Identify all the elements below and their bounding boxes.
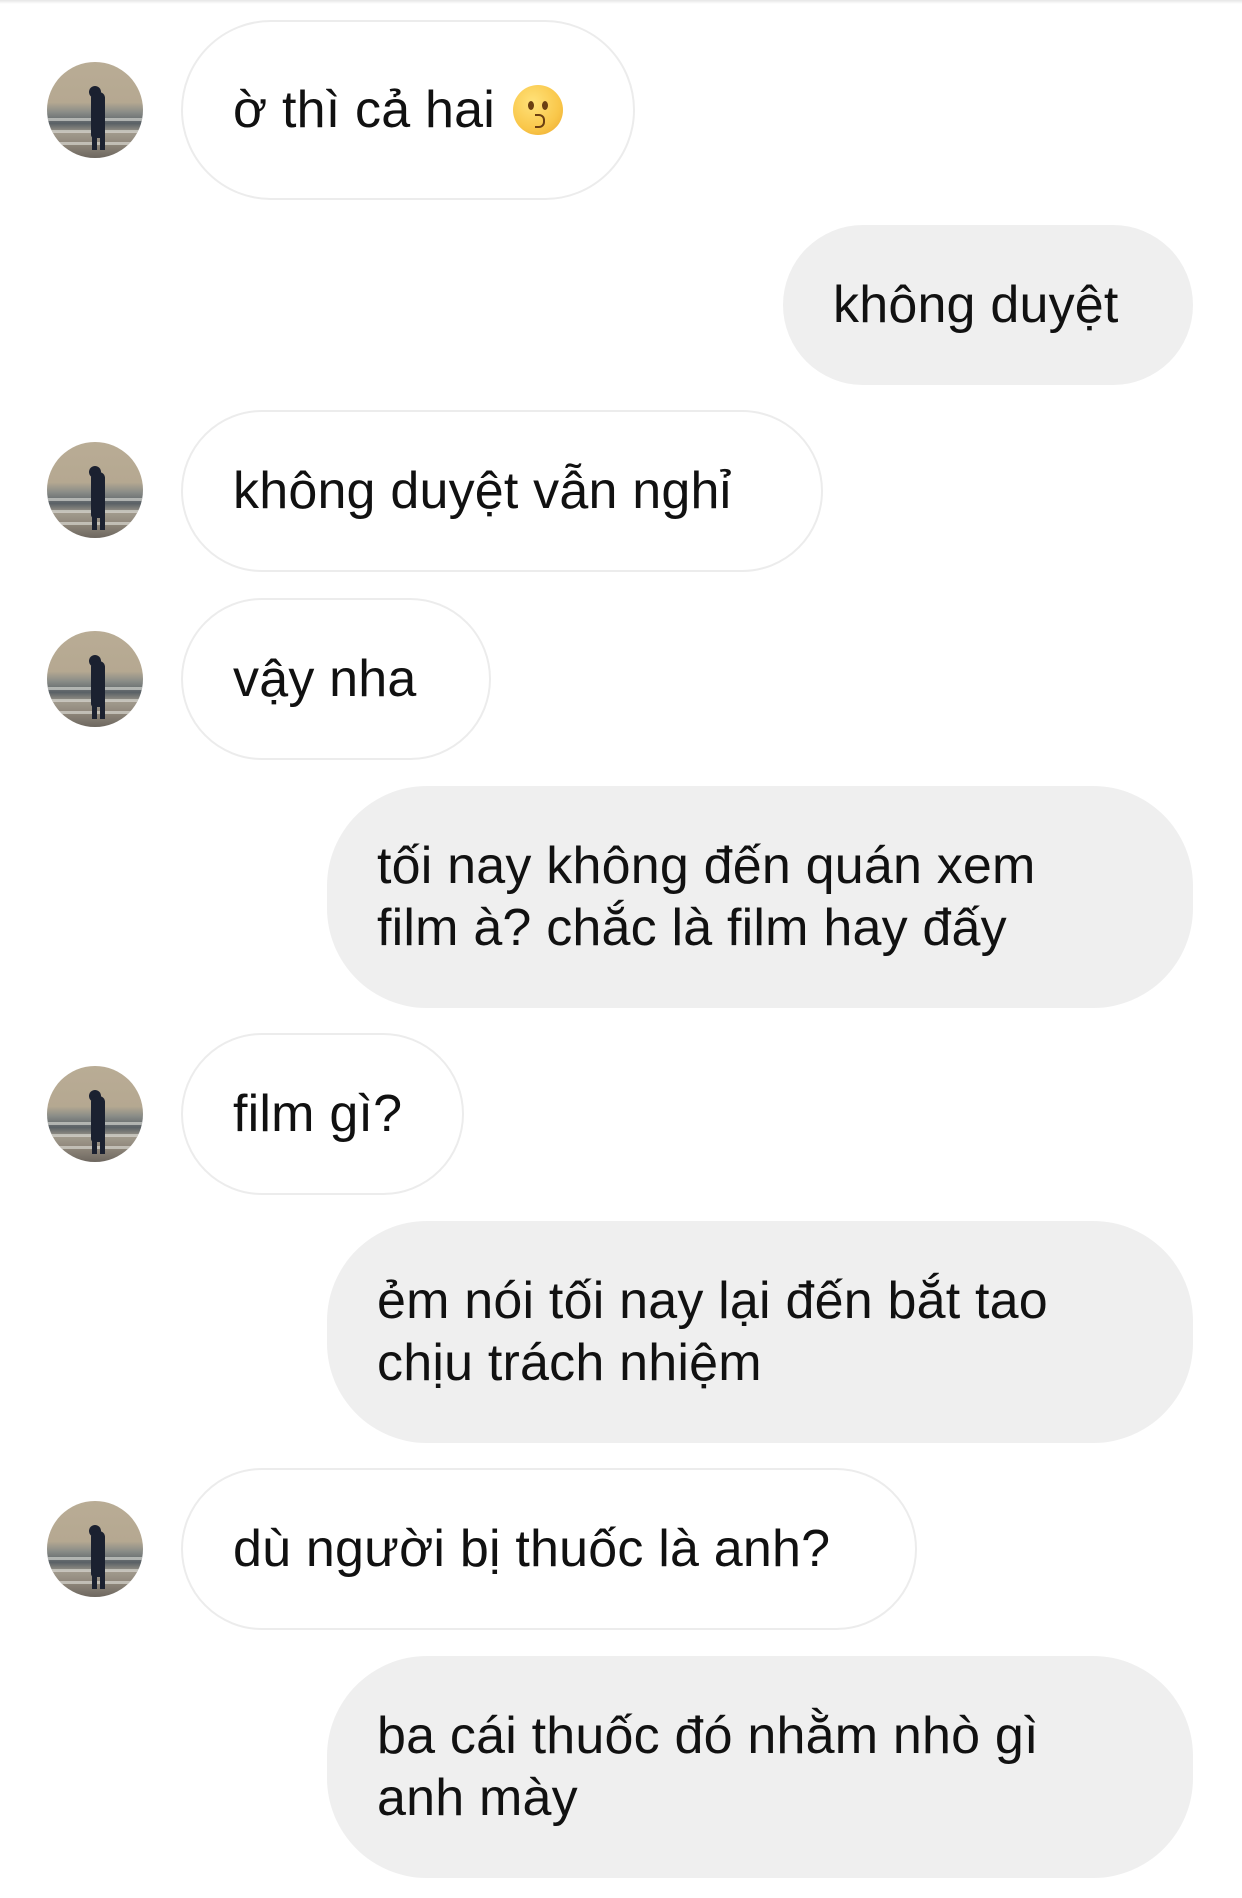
message-text: không duyệt — [833, 276, 1119, 334]
sender-avatar[interactable] — [47, 442, 143, 538]
message-bubble[interactable]: tối nay không đến quán xem film à? chắc … — [327, 786, 1193, 1008]
message-text: dù người bị thuốc là anh? — [233, 1520, 831, 1578]
message-text: ẻm nói tối nay lại đến bắt tao chịu trác… — [377, 1270, 1048, 1394]
message-text: ba cái thuốc đó nhằm nhò gì anh mày — [377, 1705, 1039, 1829]
message-line: film à? chắc là film hay đấy — [377, 899, 1007, 957]
message-text: tối nay không đến quán xem film à? chắc … — [377, 835, 1036, 959]
sender-avatar[interactable] — [47, 631, 143, 727]
message-text: film gì? — [233, 1085, 403, 1143]
message-bubble[interactable]: không duyệt — [783, 225, 1193, 385]
message-text: không duyệt vẫn nghỉ — [233, 462, 732, 520]
message-bubble[interactable]: ẻm nói tối nay lại đến bắt tao chịu trác… — [327, 1221, 1193, 1443]
message-line: ẻm nói tối nay lại đến bắt tao — [377, 1272, 1048, 1330]
message-bubble[interactable]: vậy nha — [181, 598, 491, 760]
face-kissing-icon — [512, 85, 563, 135]
sender-avatar[interactable] — [47, 1501, 143, 1597]
message-bubble[interactable]: ba cái thuốc đó nhằm nhò gì anh mày — [327, 1656, 1193, 1878]
sender-avatar[interactable] — [47, 62, 143, 158]
message-bubble[interactable]: không duyệt vẫn nghỉ — [181, 410, 823, 572]
message-bubble[interactable]: film gì? — [181, 1033, 464, 1195]
message-line: anh mày — [377, 1769, 578, 1827]
message-thread[interactable]: ờ thì cả hai không duyệt không duyệt vẫn… — [0, 0, 1242, 1898]
message-text: ờ thì cả hai — [233, 81, 495, 139]
sender-avatar[interactable] — [47, 1066, 143, 1162]
message-text: vậy nha — [233, 650, 417, 708]
message-bubble[interactable]: ờ thì cả hai — [181, 20, 635, 200]
message-bubble[interactable]: dù người bị thuốc là anh? — [181, 1468, 917, 1630]
message-line: chịu trách nhiệm — [377, 1334, 762, 1392]
message-line: tối nay không đến quán xem — [377, 837, 1036, 895]
message-line: ba cái thuốc đó nhằm nhò gì — [377, 1707, 1039, 1765]
